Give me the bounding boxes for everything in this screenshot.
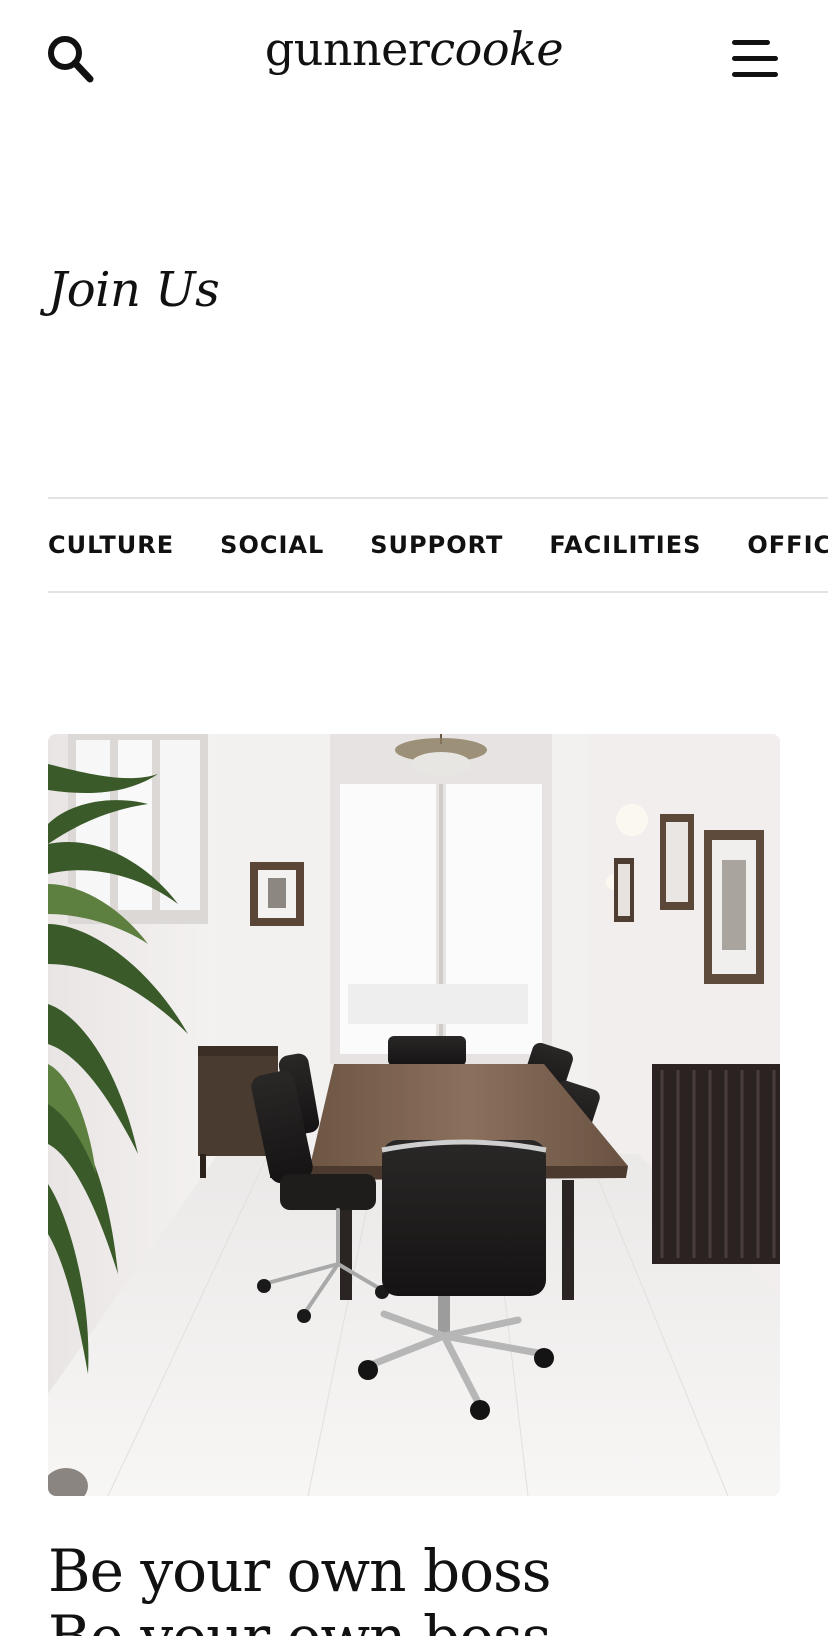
hero-headline-line-2: Be your own boss: [48, 1603, 552, 1636]
site-header: gunnercooke: [0, 0, 828, 120]
tab-facilities[interactable]: FACILITIES: [549, 499, 701, 591]
menu-button[interactable]: [730, 38, 782, 80]
tab-support[interactable]: SUPPORT: [370, 499, 503, 591]
tab-offices[interactable]: OFFICES: [747, 499, 828, 591]
section-tabs: CULTURE SOCIAL SUPPORT FACILITIES OFFICES: [48, 497, 828, 593]
tab-culture[interactable]: CULTURE: [48, 499, 174, 591]
tab-social[interactable]: SOCIAL: [220, 499, 324, 591]
page-title: Join Us: [48, 262, 220, 318]
site-logo[interactable]: gunnercooke: [0, 22, 828, 76]
page: gunnercooke Join Us CULTURE SOCIAL SUPPORT…: [0, 0, 828, 1636]
hero-headline-line-1: Be your own boss: [48, 1537, 552, 1605]
hero-headline: Be your own bossBe your own boss: [48, 1538, 808, 1636]
logo-text-gunner: gunner: [264, 22, 430, 76]
meeting-room-photo: [48, 734, 780, 1496]
logo-text-cooke: cooke: [429, 22, 564, 76]
